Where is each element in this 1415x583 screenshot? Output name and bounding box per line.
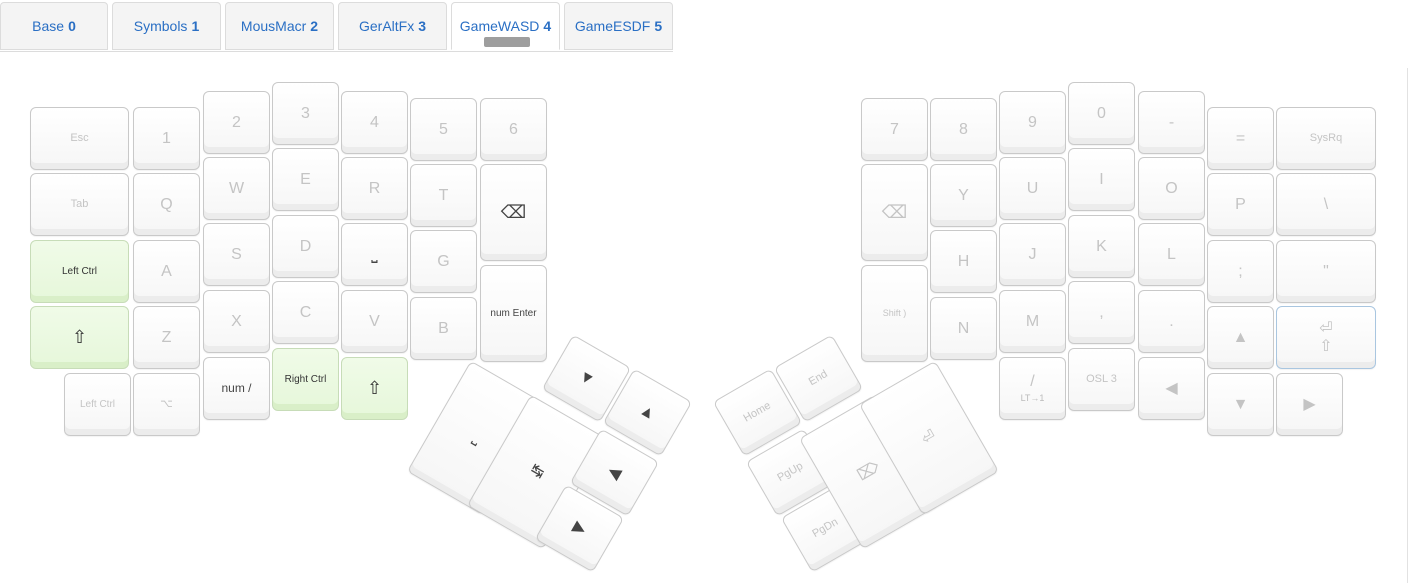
key-period[interactable]: . <box>1138 290 1205 353</box>
key-z[interactable]: Z <box>133 306 200 369</box>
key-4[interactable]: 4 <box>341 91 408 154</box>
key-tab[interactable]: Tab <box>30 173 129 236</box>
tab-number: 1 <box>191 18 200 34</box>
key-sysrq[interactable]: SysRq <box>1276 107 1376 170</box>
key-y[interactable]: Y <box>930 164 997 227</box>
key-6[interactable]: 6 <box>480 98 547 161</box>
slash-label: / <box>1030 373 1035 391</box>
key-n[interactable]: N <box>930 297 997 360</box>
shift-glyph: ⇧ <box>1319 337 1333 355</box>
key-space[interactable]: ⎵ <box>341 223 408 286</box>
key-b[interactable]: B <box>410 297 477 360</box>
key-shift-paren[interactable]: Shift ) <box>861 265 928 362</box>
key-left-ctrl-2[interactable]: Left Ctrl <box>64 373 131 436</box>
tab-symbols[interactable]: Symbols 1 <box>112 2 221 50</box>
key-num-slash[interactable]: num / <box>203 357 270 420</box>
key-3[interactable]: 3 <box>272 82 339 145</box>
key-q[interactable]: Q <box>133 173 200 236</box>
key-t[interactable]: T <box>410 164 477 227</box>
key-down[interactable]: ▼ <box>1207 373 1274 436</box>
tab-divider <box>0 51 673 52</box>
key-9[interactable]: 9 <box>999 91 1066 154</box>
key-s[interactable]: S <box>203 223 270 286</box>
key-left[interactable]: ◀ <box>1138 357 1205 420</box>
tab-label: GameESDF <box>574 18 651 34</box>
key-shift[interactable]: ⇧ <box>30 306 129 369</box>
key-right[interactable]: ▶ <box>1276 373 1343 436</box>
tab-label: Base <box>32 18 65 34</box>
key-enter-shift[interactable]: ⏎ ⇧ <box>1276 306 1376 369</box>
key-e[interactable]: E <box>272 148 339 211</box>
key-x[interactable]: X <box>203 290 270 353</box>
key-d[interactable]: D <box>272 215 339 278</box>
key-8[interactable]: 8 <box>930 98 997 161</box>
tab-base[interactable]: Base 0 <box>0 2 108 50</box>
key-a[interactable]: A <box>133 240 200 303</box>
key-backspace[interactable]: ⌫ <box>480 164 547 261</box>
key-left-ctrl[interactable]: Left Ctrl <box>30 240 129 303</box>
tab-mousmacr[interactable]: MousMacr 2 <box>225 2 334 50</box>
key-o[interactable]: O <box>1138 157 1205 220</box>
key-r[interactable]: R <box>341 157 408 220</box>
key-num-enter[interactable]: num Enter <box>480 265 547 362</box>
key-shift-2[interactable]: ⇧ <box>341 357 408 420</box>
tab-geraltfx[interactable]: GerAltFx 3 <box>338 2 447 50</box>
key-c[interactable]: C <box>272 281 339 344</box>
key-0[interactable]: 0 <box>1068 82 1135 145</box>
key-comma[interactable]: , <box>1068 281 1135 344</box>
key-p[interactable]: P <box>1207 173 1274 236</box>
key-w[interactable]: W <box>203 157 270 220</box>
tab-number: 2 <box>310 18 319 34</box>
tab-label: Symbols <box>133 18 188 34</box>
tab-number: 3 <box>418 18 427 34</box>
tab-label: GameWASD <box>459 18 540 34</box>
key-m[interactable]: M <box>999 290 1066 353</box>
key-5[interactable]: 5 <box>410 98 477 161</box>
key-h[interactable]: H <box>930 230 997 293</box>
key-backslash[interactable]: \ <box>1276 173 1376 236</box>
tab-number: 0 <box>68 18 76 34</box>
key-i[interactable]: I <box>1068 148 1135 211</box>
key-quote[interactable]: " <box>1276 240 1376 303</box>
key-u[interactable]: U <box>999 157 1066 220</box>
key-k[interactable]: K <box>1068 215 1135 278</box>
key-g[interactable]: G <box>410 230 477 293</box>
key-osl3[interactable]: OSL 3 <box>1068 348 1135 411</box>
key-2[interactable]: 2 <box>203 91 270 154</box>
key-backspace-right[interactable]: ⌫ <box>861 164 928 261</box>
active-tab-marker <box>484 37 530 47</box>
key-7[interactable]: 7 <box>861 98 928 161</box>
tab-number: 5 <box>654 18 663 34</box>
layer-toggle-label: LT→1 <box>1020 392 1045 403</box>
key-1[interactable]: 1 <box>133 107 200 170</box>
key-alt[interactable]: ⌥ <box>133 373 200 436</box>
key-semicolon[interactable]: ; <box>1207 240 1274 303</box>
tab-label: MousMacr <box>240 18 307 34</box>
key-minus[interactable]: - <box>1138 91 1205 154</box>
key-equal[interactable]: = <box>1207 107 1274 170</box>
key-j[interactable]: J <box>999 223 1066 286</box>
key-esc[interactable]: Esc <box>30 107 129 170</box>
key-up[interactable]: ▲ <box>1207 306 1274 369</box>
tab-number: 4 <box>543 18 552 34</box>
tab-label: GerAltFx <box>358 18 415 34</box>
tab-gameesdf[interactable]: GameESDF 5 <box>564 2 673 50</box>
right-divider <box>1407 68 1408 583</box>
key-v[interactable]: V <box>341 290 408 353</box>
key-right-ctrl[interactable]: Right Ctrl <box>272 348 339 411</box>
enter-glyph: ⏎ <box>1319 319 1333 337</box>
key-slash-lt1[interactable]: / LT→1 <box>999 357 1066 420</box>
key-l[interactable]: L <box>1138 223 1205 286</box>
